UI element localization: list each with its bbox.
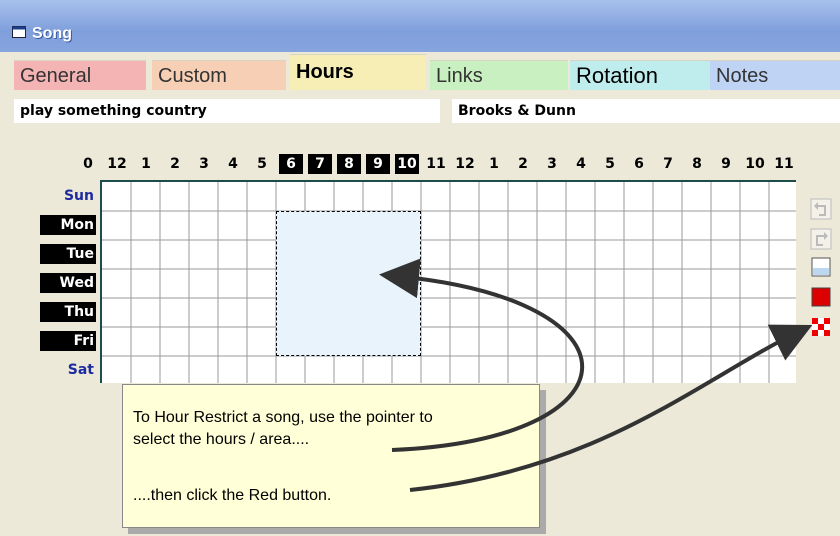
callout-line-1: To Hour Restrict a song, use the pointer… (133, 409, 433, 426)
hour-label[interactable]: 12 (453, 154, 477, 174)
tab-hours[interactable]: Hours (290, 54, 426, 90)
day-label-sat[interactable]: Sat (40, 360, 96, 380)
selected-area[interactable] (276, 211, 421, 356)
clear-icon (810, 257, 832, 282)
hour-label[interactable]: 6 (627, 154, 651, 174)
tab-notes[interactable]: Notes (710, 60, 840, 90)
hour-label[interactable]: 7 (656, 154, 680, 174)
hour-label[interactable]: 8 (337, 154, 361, 174)
hour-label[interactable]: 8 (685, 154, 709, 174)
hour-label[interactable]: 9 (366, 154, 390, 174)
tab-label: Hours (296, 61, 354, 83)
hour-label[interactable]: 3 (540, 154, 564, 174)
hour-label[interactable]: 1 (482, 154, 506, 174)
tab-custom[interactable]: Custom (152, 60, 286, 90)
hour-label[interactable]: 1 (134, 154, 158, 174)
undo-icon (810, 198, 832, 224)
hours-grid[interactable] (100, 180, 796, 383)
checker-button[interactable] (810, 316, 834, 340)
tab-label: Links (436, 65, 483, 87)
day-label-sun[interactable]: Sun (40, 186, 96, 206)
callout-line-3: ....then click the Red button. (133, 487, 332, 504)
day-label-mon[interactable]: Mon (40, 215, 96, 235)
clear-button[interactable] (810, 256, 834, 280)
song-title-field[interactable]: play something country (14, 99, 440, 123)
tab-label: Rotation (576, 63, 658, 88)
callout-line-2: select the hours / area.... (133, 431, 310, 448)
checker-icon (810, 318, 832, 342)
redo-icon (810, 228, 832, 254)
day-label-fri[interactable]: Fri (40, 331, 96, 351)
hour-label[interactable]: 10 (395, 154, 419, 174)
tab-label: Notes (716, 65, 769, 87)
undo-button[interactable] (810, 198, 834, 222)
tab-label: General (20, 65, 92, 87)
window-icon (12, 26, 26, 38)
hour-label[interactable]: 10 (743, 154, 767, 174)
hour-label[interactable]: 5 (250, 154, 274, 174)
song-artist-field[interactable]: Brooks & Dunn (452, 99, 840, 123)
tab-general[interactable]: General (14, 60, 146, 90)
day-label-tue[interactable]: Tue (40, 244, 96, 264)
window-title: Song (32, 25, 72, 42)
redo-button[interactable] (810, 228, 834, 252)
tab-strip: General Custom Hours Links Rotation Notes (0, 54, 840, 92)
day-label-thu[interactable]: Thu (40, 302, 96, 322)
hour-label[interactable]: 6 (279, 154, 303, 174)
hour-label[interactable]: 2 (511, 154, 535, 174)
help-callout: To Hour Restrict a song, use the pointer… (122, 384, 540, 528)
hour-label[interactable]: 7 (308, 154, 332, 174)
red-square-icon (810, 287, 832, 312)
hour-label[interactable]: 11 (772, 154, 796, 174)
hour-label[interactable]: 9 (714, 154, 738, 174)
hour-label[interactable]: 0 (76, 154, 100, 174)
hour-label[interactable]: 3 (192, 154, 216, 174)
tab-label: Custom (158, 65, 227, 87)
title-bar: Song (0, 0, 840, 52)
restrict-button[interactable] (810, 286, 834, 310)
hour-label[interactable]: 4 (569, 154, 593, 174)
hour-label[interactable]: 11 (424, 154, 448, 174)
hour-label[interactable]: 4 (221, 154, 245, 174)
tab-links[interactable]: Links (430, 60, 568, 90)
hour-label[interactable]: 2 (163, 154, 187, 174)
hour-label[interactable]: 12 (105, 154, 129, 174)
day-label-wed[interactable]: Wed (40, 273, 96, 293)
hour-label[interactable]: 5 (598, 154, 622, 174)
tab-rotation[interactable]: Rotation (570, 60, 710, 90)
